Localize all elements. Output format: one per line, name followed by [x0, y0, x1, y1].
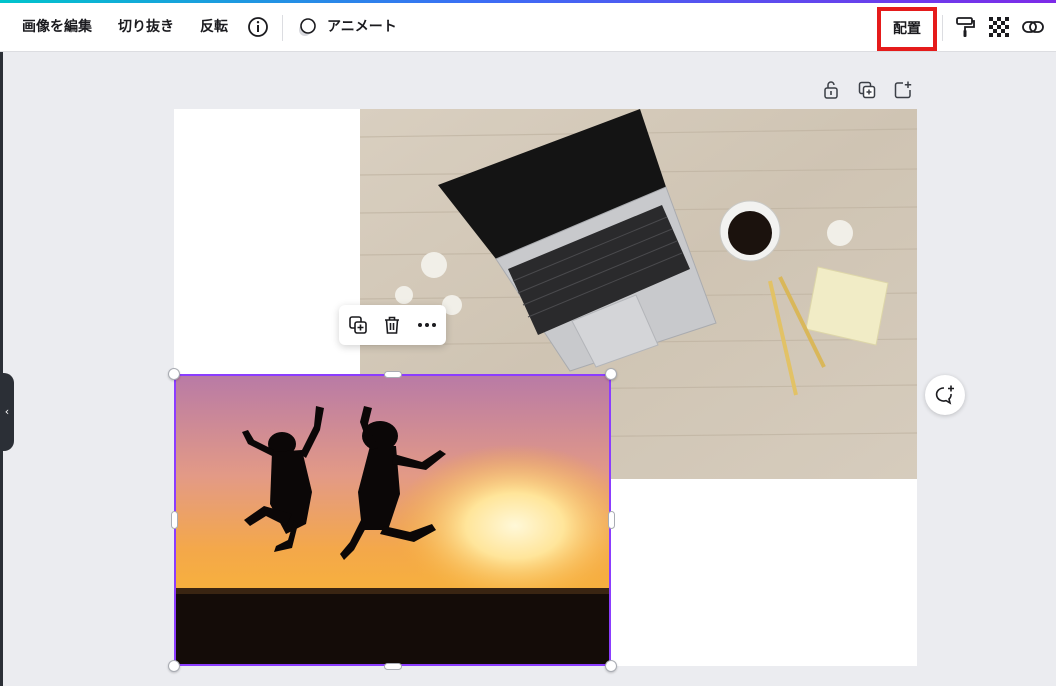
- copy-icon[interactable]: [347, 314, 369, 336]
- more-icon[interactable]: [416, 314, 438, 336]
- left-panel-edge: [0, 52, 3, 686]
- toolbar: 画像を編集 切り抜き 反転 アニメート 配置: [0, 3, 1056, 52]
- toolbar-divider: [282, 15, 283, 41]
- resize-handle-bottom[interactable]: [384, 663, 402, 670]
- animate-icon[interactable]: [296, 15, 320, 39]
- add-page-icon[interactable]: [893, 80, 913, 100]
- flip-button[interactable]: 反転: [200, 16, 228, 38]
- resize-handle-top-right[interactable]: [605, 368, 617, 380]
- crop-button[interactable]: 切り抜き: [118, 16, 174, 38]
- element-context-menu: [339, 305, 446, 345]
- resize-handle-top[interactable]: [384, 371, 402, 378]
- lock-icon[interactable]: [821, 80, 841, 100]
- paint-roller-icon[interactable]: [953, 15, 977, 39]
- resize-handle-left[interactable]: [171, 511, 178, 529]
- add-comment-button[interactable]: [925, 375, 965, 415]
- comment-add-icon: [935, 385, 954, 405]
- trash-icon[interactable]: [381, 314, 403, 336]
- selection-frame: [174, 374, 611, 666]
- link-icon[interactable]: [1021, 15, 1045, 39]
- info-icon[interactable]: [246, 15, 270, 39]
- edit-image-button[interactable]: 画像を編集: [22, 16, 92, 38]
- resize-handle-bottom-left[interactable]: [168, 660, 180, 672]
- position-button[interactable]: 配置: [877, 7, 937, 51]
- resize-handle-top-left[interactable]: [168, 368, 180, 380]
- duplicate-page-icon[interactable]: [857, 80, 877, 100]
- transparency-icon[interactable]: [987, 15, 1011, 39]
- resize-handle-bottom-right[interactable]: [605, 660, 617, 672]
- resize-handle-right[interactable]: [608, 511, 615, 529]
- toolbar-divider: [942, 15, 943, 41]
- chevron-left-icon[interactable]: ‹: [0, 373, 14, 451]
- position-button-label: 配置: [893, 21, 921, 37]
- animate-button[interactable]: アニメート: [327, 16, 397, 38]
